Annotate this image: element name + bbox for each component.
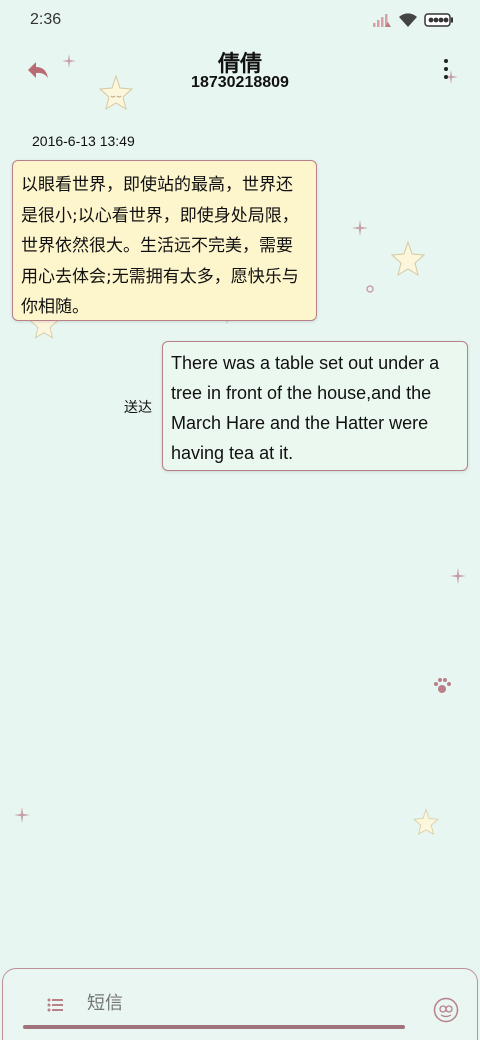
star-icon <box>390 240 426 277</box>
battery-icon <box>424 13 453 27</box>
message-composer <box>2 968 478 1040</box>
wifi-icon <box>399 13 417 27</box>
conversation-header: 倩倩 18730218809 <box>0 42 480 102</box>
sparkle-icon <box>352 220 368 236</box>
list-icon[interactable] <box>47 998 65 1012</box>
paw-icon <box>434 678 451 693</box>
message-input[interactable] <box>87 993 387 1014</box>
input-underline <box>23 1025 405 1029</box>
sparkle-icon <box>450 568 466 584</box>
message-timestamp: 2016-6-13 13:49 <box>32 133 135 149</box>
outgoing-message-bubble[interactable]: There was a table set out under a tree i… <box>162 341 468 471</box>
status-bar: 2:36 <box>0 0 480 42</box>
contact-number: 18730218809 <box>191 74 289 91</box>
signal-icon <box>373 14 391 27</box>
incoming-message-bubble[interactable]: 以眼看世界，即使站的最高，世界还是很小;以心看世界，即使身处局限，世界依然很大。… <box>12 160 317 321</box>
incoming-message-text: 以眼看世界，即使站的最高，世界还是很小;以心看世界，即使身处局限，世界依然很大。… <box>21 175 299 317</box>
status-time: 2:36 <box>30 11 62 28</box>
outgoing-message-text: There was a table set out under a tree i… <box>171 353 440 463</box>
sparkle-icon <box>14 807 30 823</box>
more-vertical-icon[interactable] <box>440 56 452 82</box>
status-icons <box>372 12 454 28</box>
emoji-icon[interactable] <box>433 997 459 1023</box>
star-icon <box>413 808 439 836</box>
dot-icon <box>366 285 374 293</box>
delivery-status: 送达 <box>124 400 152 416</box>
